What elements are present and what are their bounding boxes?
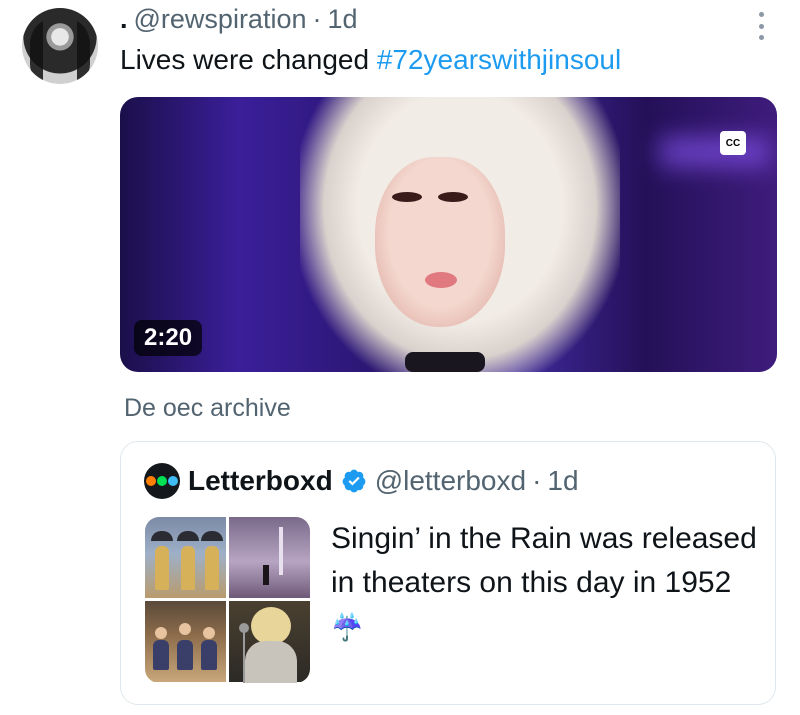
letterboxd-logo-icon[interactable] [144,463,180,499]
quoted-time[interactable]: 1d [547,465,578,497]
quoted-handle[interactable]: @letterboxd [375,465,526,497]
tweet-time[interactable]: 1d [327,4,357,35]
display-name[interactable]: . [120,4,128,35]
media-thumbnail[interactable] [229,601,310,683]
media-thumbnail[interactable] [145,517,226,598]
context-label: De oec archive [124,394,291,422]
quoted-media-grid[interactable] [145,517,310,683]
video-player[interactable] [120,97,777,372]
quoted-display-name[interactable]: Letterboxd [188,465,333,497]
media-thumbnail[interactable] [145,601,226,682]
author-avatar[interactable] [22,8,98,84]
quoted-separator: · [532,465,542,496]
quoted-tweet-header: Letterboxd @letterboxd · 1d [144,463,579,499]
more-options-icon[interactable] [756,12,766,40]
media-thumbnail[interactable] [229,517,310,598]
verified-badge-icon [342,469,366,493]
video-duration-badge: 2:20 [134,320,203,356]
tweet-text: Lives were changed #72yearswithjinsoul [120,44,621,76]
umbrella-rain-icon: ☔ [331,612,364,642]
closed-captions-icon[interactable]: CC [720,131,746,155]
quoted-tweet-text: Singin’ in the Rain was released in thea… [331,517,761,649]
quoted-text-body: Singin’ in the Rain was released in thea… [331,522,757,599]
hashtag-link[interactable]: #72yearswithjinsoul [377,44,621,75]
header-separator: · [312,3,322,34]
tweet-header: . @rewspiration · 1d [120,4,358,34]
tweet-text-plain: Lives were changed [120,44,377,75]
author-handle[interactable]: @rewspiration [134,4,307,35]
